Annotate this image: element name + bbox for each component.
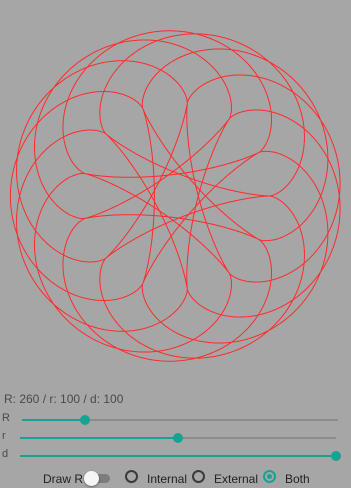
slider-R-thumb[interactable] <box>80 415 91 425</box>
slider-R[interactable] <box>22 415 338 425</box>
slider-r-label: r <box>2 430 6 442</box>
radio-internal-label[interactable]: Internal <box>147 472 187 486</box>
slider-R-row: R <box>0 411 351 429</box>
slider-d-fill <box>20 455 336 457</box>
slider-r-fill <box>20 437 178 439</box>
slider-d-thumb[interactable] <box>331 451 341 461</box>
radio-both-dot <box>267 474 272 479</box>
internal-hypotrochoid-curve <box>84 103 270 289</box>
radio-internal[interactable] <box>125 470 138 483</box>
radio-both[interactable] <box>263 470 276 483</box>
radio-external-label[interactable]: External <box>214 472 258 486</box>
slider-d[interactable] <box>20 451 341 461</box>
slider-r-thumb[interactable] <box>173 433 183 443</box>
parameter-readout: R: 260 / r: 100 / d: 100 <box>4 392 124 406</box>
slider-d-row: d <box>0 447 351 465</box>
slider-R-fill <box>22 419 86 421</box>
draw-r-toggle[interactable] <box>84 471 110 486</box>
slider-d-label: d <box>2 448 9 460</box>
slider-R-label: R <box>2 412 10 424</box>
toggle-knob[interactable] <box>84 471 99 486</box>
radio-external[interactable] <box>192 470 205 483</box>
external-epitrochoid-curve <box>9 30 341 362</box>
radio-both-label[interactable]: Both <box>285 472 310 486</box>
draw-r-label: Draw R <box>43 472 84 486</box>
slider-r-row: r <box>0 429 351 447</box>
slider-r[interactable] <box>20 433 336 443</box>
spirograph-canvas <box>9 30 341 362</box>
mode-controls: Draw R Internal External Both <box>0 468 351 488</box>
